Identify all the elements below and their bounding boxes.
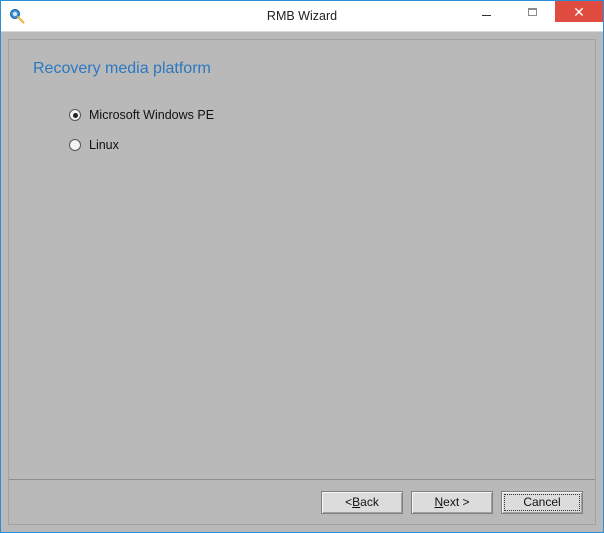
title-bar: RMB Wizard ✕ <box>1 1 603 32</box>
radio-label: Microsoft Windows PE <box>89 108 214 122</box>
content-area: Recovery media platform Microsoft Window… <box>9 40 595 479</box>
radio-label: Linux <box>89 138 119 152</box>
button-mnemonic: N <box>434 495 443 509</box>
maximize-icon <box>528 8 537 16</box>
page-heading: Recovery media platform <box>33 60 571 78</box>
platform-options: Microsoft Windows PE Linux <box>69 108 571 152</box>
minimize-icon <box>482 15 491 17</box>
maximize-button[interactable] <box>509 1 555 22</box>
close-icon: ✕ <box>573 5 585 19</box>
minimize-button[interactable] <box>463 1 509 22</box>
next-button[interactable]: Next > <box>411 491 493 514</box>
client-area: Recovery media platform Microsoft Window… <box>8 39 596 525</box>
radio-icon <box>69 139 81 151</box>
wizard-footer: < Back Next > Cancel <box>9 479 595 524</box>
button-rest: ext > <box>443 495 469 509</box>
radio-icon <box>69 109 81 121</box>
close-button[interactable]: ✕ <box>555 1 603 22</box>
window-controls: ✕ <box>463 1 603 22</box>
app-icon <box>9 8 25 24</box>
radio-linux[interactable]: Linux <box>69 138 571 152</box>
button-rest: ack <box>360 495 379 509</box>
button-prefix: < <box>345 495 352 509</box>
radio-windows-pe[interactable]: Microsoft Windows PE <box>69 108 571 122</box>
button-label: Cancel <box>523 495 560 509</box>
wizard-window: RMB Wizard ✕ Recovery media platform Mic… <box>0 0 604 533</box>
button-mnemonic: B <box>352 495 360 509</box>
cancel-button[interactable]: Cancel <box>501 491 583 514</box>
radio-dot-icon <box>73 113 78 118</box>
back-button[interactable]: < Back <box>321 491 403 514</box>
